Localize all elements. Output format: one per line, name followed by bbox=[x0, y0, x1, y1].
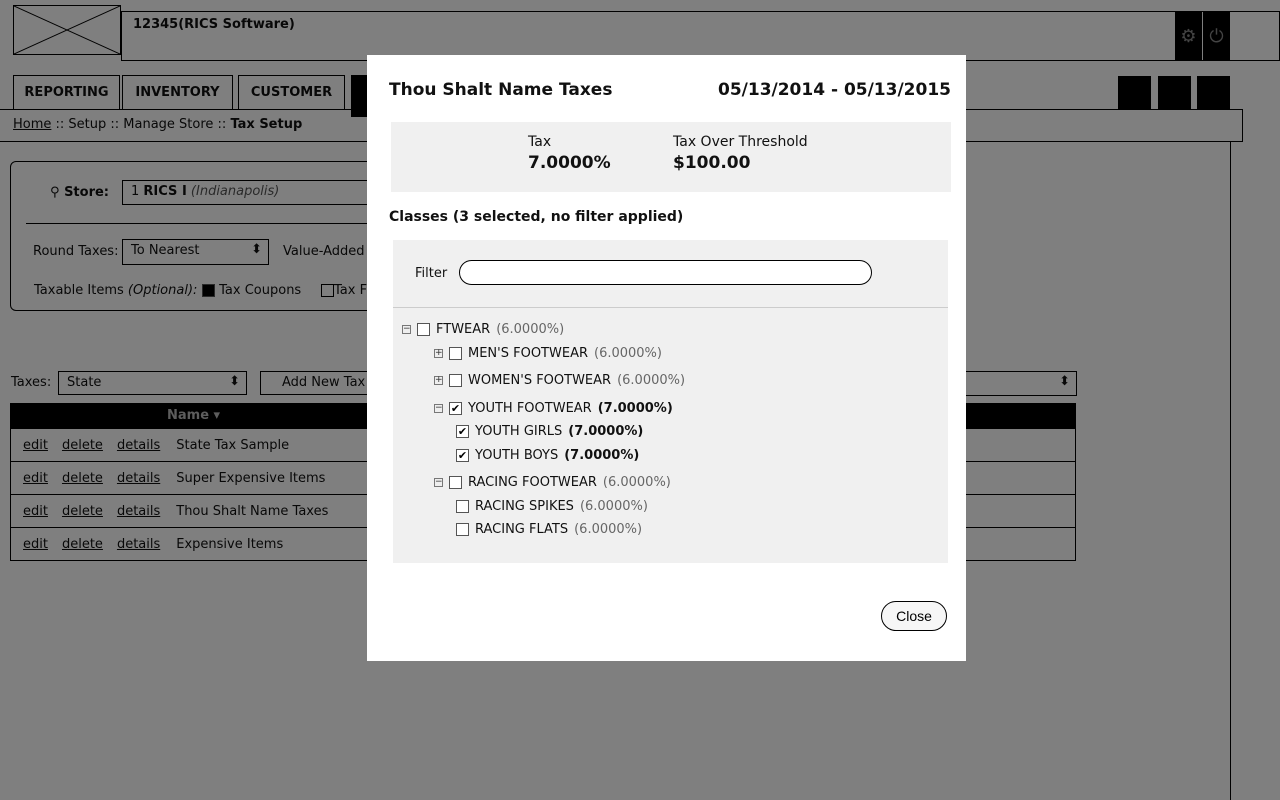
filter-input[interactable] bbox=[459, 260, 872, 285]
tax-summary: Tax 7.0000% Tax Over Threshold $100.00 bbox=[391, 122, 951, 192]
expand-icon[interactable]: + bbox=[434, 376, 443, 385]
class-label: WOMEN'S FOOTWEAR bbox=[468, 373, 612, 388]
filter-label: Filter bbox=[415, 266, 448, 281]
tree-node: RACING SPIKES (6.0000%) bbox=[456, 499, 648, 514]
class-label: RACING FLATS bbox=[475, 522, 569, 537]
class-checkbox[interactable] bbox=[456, 425, 469, 438]
tree-node: YOUTH GIRLS (7.0000%) bbox=[456, 424, 643, 439]
date-range: 05/13/2014 - 05/13/2015 bbox=[718, 80, 951, 100]
threshold-value: $100.00 bbox=[673, 153, 751, 173]
class-checkbox[interactable] bbox=[449, 476, 462, 489]
tax-label: Tax bbox=[528, 134, 552, 150]
class-rate: (7.0000%) bbox=[564, 448, 640, 463]
collapse-icon[interactable]: − bbox=[402, 325, 411, 334]
class-label: YOUTH GIRLS bbox=[475, 424, 563, 439]
classes-heading: Classes (3 selected, no filter applied) bbox=[389, 209, 684, 225]
tax-details-modal: Thou Shalt Name Taxes 05/13/2014 - 05/13… bbox=[367, 55, 966, 661]
class-label: RACING SPIKES bbox=[475, 499, 574, 514]
class-label: RACING FOOTWEAR bbox=[468, 475, 597, 490]
close-button[interactable]: Close bbox=[881, 601, 947, 631]
class-checkbox[interactable] bbox=[417, 323, 430, 336]
class-rate: (6.0000%) bbox=[579, 499, 648, 514]
classes-tree-panel: Filter − FTWEAR (6.0000%) + MEN'S FOOTWEAR (6… bbox=[393, 240, 948, 563]
class-rate: (6.0000%) bbox=[602, 475, 671, 490]
tree-node: + WOMEN'S FOOTWEAR (6.0000%) bbox=[434, 373, 685, 388]
class-rate: (7.0000%) bbox=[568, 424, 644, 439]
class-label: YOUTH BOYS bbox=[475, 448, 559, 463]
class-rate: (6.0000%) bbox=[594, 346, 662, 361]
collapse-icon[interactable]: − bbox=[434, 478, 443, 487]
tree-node: + MEN'S FOOTWEAR (6.0000%) bbox=[434, 346, 662, 361]
expand-icon[interactable]: + bbox=[434, 349, 443, 358]
class-rate: (6.0000%) bbox=[574, 522, 643, 537]
threshold-label: Tax Over Threshold bbox=[673, 134, 808, 150]
class-rate: (6.0000%) bbox=[617, 373, 686, 388]
class-label: FTWEAR bbox=[436, 322, 491, 337]
class-rate: (7.0000%) bbox=[597, 401, 673, 416]
tree-node: − FTWEAR (6.0000%) bbox=[402, 322, 564, 337]
divider bbox=[393, 307, 948, 308]
class-rate: (6.0000%) bbox=[496, 322, 565, 337]
tax-value: 7.0000% bbox=[528, 153, 611, 173]
class-checkbox[interactable] bbox=[456, 523, 469, 536]
collapse-icon[interactable]: − bbox=[434, 404, 443, 413]
modal-title: Thou Shalt Name Taxes bbox=[389, 80, 613, 100]
class-label: YOUTH FOOTWEAR bbox=[468, 401, 592, 416]
class-checkbox[interactable] bbox=[449, 402, 462, 415]
class-checkbox[interactable] bbox=[449, 347, 462, 360]
class-checkbox[interactable] bbox=[456, 500, 469, 513]
class-checkbox[interactable] bbox=[449, 374, 462, 387]
class-checkbox[interactable] bbox=[456, 449, 469, 462]
tree-node: YOUTH BOYS (7.0000%) bbox=[456, 448, 639, 463]
tree-node: RACING FLATS (6.0000%) bbox=[456, 522, 642, 537]
class-label: MEN'S FOOTWEAR bbox=[468, 346, 588, 361]
tree-node: − YOUTH FOOTWEAR (7.0000%) bbox=[434, 401, 673, 416]
tree-node: − RACING FOOTWEAR (6.0000%) bbox=[434, 475, 671, 490]
